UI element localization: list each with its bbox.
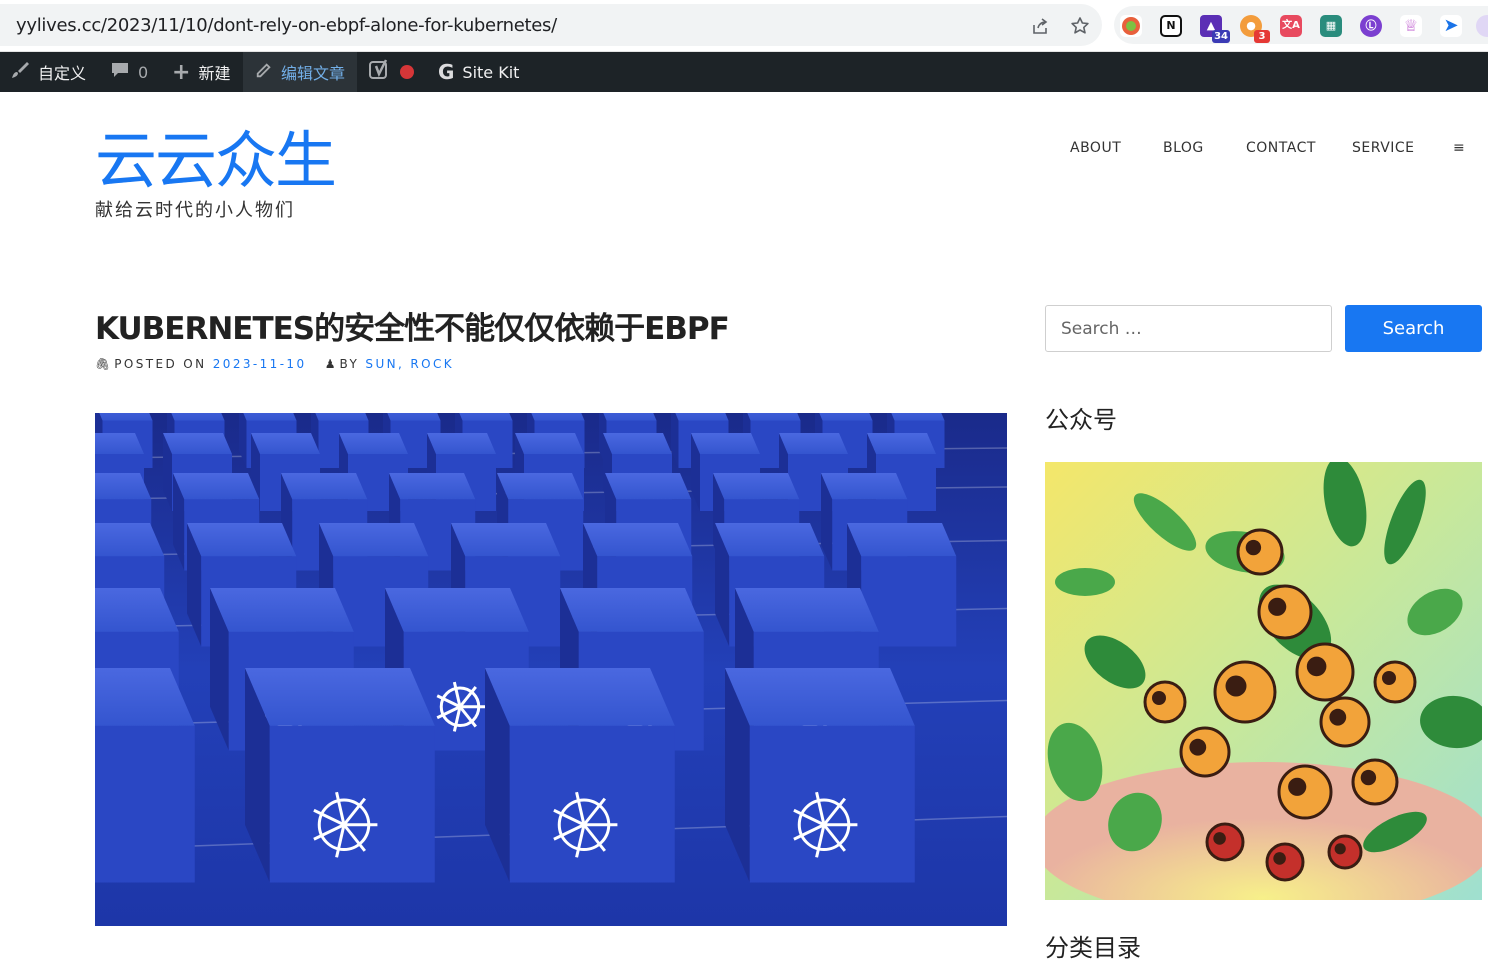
browser-toolbar: yylives.cc/2023/11/10/dont-rely-on-ebpf-… bbox=[0, 0, 1488, 52]
post-meta: 🖇 POSTED ON 2023-11-10 ♟ BY SUN, ROCK bbox=[95, 357, 454, 371]
wp-admin-bar: 自定义 0 + 新建 编辑文章 G Site Kit bbox=[0, 52, 1488, 92]
nav-service[interactable]: SERVICE bbox=[1352, 140, 1415, 156]
pencil-icon bbox=[255, 61, 273, 84]
posted-on-label: POSTED ON bbox=[114, 357, 207, 371]
post-author-link[interactable]: SUN, ROCK bbox=[365, 357, 454, 371]
url-text[interactable]: yylives.cc/2023/11/10/dont-rely-on-ebpf-… bbox=[16, 15, 557, 36]
nav-blog[interactable]: BLOG bbox=[1163, 140, 1204, 156]
address-bar[interactable]: yylives.cc/2023/11/10/dont-rely-on-ebpf-… bbox=[0, 4, 1102, 46]
google-g-icon: G bbox=[438, 60, 455, 84]
nav-contact[interactable]: CONTACT bbox=[1246, 140, 1316, 156]
comment-bubble-icon bbox=[110, 60, 130, 85]
paintbrush-icon bbox=[10, 60, 30, 85]
site-tagline: 献给云时代的小人物们 bbox=[95, 200, 295, 221]
yoast-icon bbox=[368, 58, 392, 87]
clouds-extension-icon[interactable]: ● 3 bbox=[1240, 15, 1270, 43]
wechat-qr-illustration-image bbox=[1045, 462, 1482, 900]
site-kit-label: Site Kit bbox=[462, 62, 520, 82]
site-title[interactable]: 云云众生 bbox=[95, 124, 337, 198]
post-title: KUBERNETES的安全性不能仅仅依赖于EBPF bbox=[95, 311, 730, 347]
extensions-strip: N ▲ 34 ● 3 文A ▦ Ⓛ ♕ ➤ bbox=[1114, 6, 1488, 44]
nav-about[interactable]: ABOUT bbox=[1070, 140, 1121, 156]
post-date-link[interactable]: 2023-11-10 bbox=[213, 357, 307, 371]
share-icon[interactable] bbox=[1030, 16, 1050, 36]
notion-icon[interactable]: N bbox=[1160, 15, 1182, 37]
search-input[interactable] bbox=[1045, 305, 1332, 352]
graduation-cap-extension-icon[interactable]: ▲ 34 bbox=[1200, 15, 1230, 43]
translate-extension-icon[interactable]: 文A bbox=[1280, 15, 1302, 37]
new-label: 新建 bbox=[198, 64, 231, 83]
comments-count: 0 bbox=[138, 62, 149, 82]
admin-yoast[interactable] bbox=[368, 52, 414, 92]
edit-post-label: 编辑文章 bbox=[281, 64, 346, 83]
blue-arrow-extension-icon[interactable]: ➤ bbox=[1440, 15, 1462, 37]
orange-circle-extension-icon[interactable] bbox=[1120, 15, 1142, 37]
bookmark-star-icon[interactable] bbox=[1070, 16, 1090, 36]
seo-status-dot bbox=[400, 65, 414, 79]
crown-extension-icon[interactable]: ♕ bbox=[1400, 15, 1422, 37]
hamburger-menu-icon[interactable]: ≡ bbox=[1453, 140, 1465, 156]
purple-circle-extension-icon[interactable]: Ⓛ bbox=[1360, 15, 1382, 37]
featured-image-kubernetes-cubes bbox=[95, 413, 1007, 926]
widget-title-categories: 分类目录 bbox=[1045, 934, 1141, 962]
user-icon: ♟ bbox=[324, 357, 336, 371]
widget-title-wechat: 公众号 bbox=[1045, 406, 1117, 434]
plus-icon: + bbox=[172, 59, 191, 85]
admin-site-kit[interactable]: G Site Kit bbox=[438, 52, 519, 92]
admin-comments[interactable]: 0 bbox=[110, 52, 148, 92]
admin-new[interactable]: + 新建 bbox=[172, 52, 230, 92]
paperclip-icon: 🖇 bbox=[95, 357, 111, 371]
search-button[interactable]: Search bbox=[1345, 305, 1482, 352]
by-label: BY bbox=[339, 357, 360, 371]
extension-badge-count: 34 bbox=[1212, 30, 1230, 43]
customize-label: 自定义 bbox=[38, 64, 87, 83]
extension-badge-count: 3 bbox=[1254, 30, 1270, 43]
admin-edit-post[interactable]: 编辑文章 bbox=[243, 52, 358, 92]
admin-customize[interactable]: 自定义 bbox=[10, 52, 94, 92]
pattern-extension-icon[interactable]: ▦ bbox=[1320, 15, 1342, 37]
extension-overflow-icon[interactable] bbox=[1476, 15, 1488, 37]
